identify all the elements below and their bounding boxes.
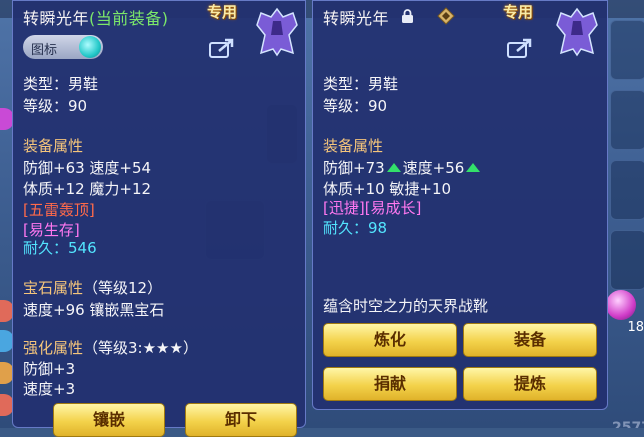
share-icon[interactable] [209,37,235,59]
item-type: 类型：男鞋 [23,75,99,93]
inventory-slot[interactable] [610,90,644,150]
gem-section: 宝石属性（等级12） [23,277,162,298]
inlay-button[interactable]: 镶嵌 [53,403,165,437]
enhance-level: （等级3:★★★） [83,339,198,357]
durability-label: 耐久： [323,219,369,237]
defense-stat: 防御+73 [323,159,385,177]
speed-stat: 速度+56 [402,159,465,177]
extract-button[interactable]: 提炼 [463,367,597,401]
arrow-up-icon [466,163,481,172]
boots-icon [556,7,598,57]
gem-line: 速度+96 镶嵌黑宝石 [23,301,165,319]
item-level: 等级：90 [23,97,88,115]
selected-item-panel: 转瞬光年 专用 类型：男鞋 等级：90 装备属性 防御+73 速度+56 体质+1… [312,0,608,410]
attr-header: 装备属性 [23,137,84,155]
boots-icon [256,7,298,57]
equipped-item-panel: 转瞬光年(当前装备) 专用 图标 类型：男鞋 等级：90 装备属性 防御+63 … [12,0,306,437]
ghost-text: 25773 [612,420,644,428]
unequip-button[interactable]: 卸下 [185,403,297,437]
lock-icon [402,9,413,23]
attr-line: 体质+12 魔力+12 [23,180,152,198]
durability-value: 98 [368,219,388,237]
attr-line: 防御+73 速度+56 [323,157,482,178]
item-level: 等级：90 [323,97,388,115]
bound-tag-icon [437,7,455,25]
magic-orb-icon[interactable] [606,290,636,320]
durability-label: 耐久： [23,239,69,257]
durability-value: 546 [68,239,97,257]
toggle-knob [79,36,101,58]
level-badge: 18 [627,320,644,335]
inventory-slot[interactable] [610,230,644,290]
refine-button[interactable]: 炼化 [323,323,457,357]
exclusive-badge: 专用 [207,3,238,21]
item-description: 蕴含时空之力的天界战靴 [323,297,489,315]
icon-toggle-label: 图标 [31,43,58,58]
item-name: 转瞬光年 [23,9,90,28]
enhance-section: 强化属性（等级3:★★★） [23,337,198,358]
exclusive-badge: 专用 [503,3,534,21]
donate-button[interactable]: 捐献 [323,367,457,401]
gem-level: （等级12） [83,279,163,297]
item-title: 转瞬光年(当前装备) [23,5,169,29]
enhance-header: 强化属性 [23,339,84,357]
item-name: 转瞬光年 [323,9,390,28]
equip-button[interactable]: 装备 [463,323,597,357]
enhance-line: 防御+3 [23,360,76,378]
equipped-tag: (当前装备) [89,9,169,28]
arrow-up-icon [386,163,401,172]
share-icon[interactable] [507,37,533,59]
special-effect: [迅捷][易成长] [323,199,422,217]
inventory-slot[interactable] [610,20,644,80]
attr-header: 装备属性 [323,137,384,155]
durability: 耐久：98 [323,217,387,238]
item-type: 类型：男鞋 [323,75,399,93]
attr-line: 防御+63 速度+54 [23,159,152,177]
icon-toggle[interactable]: 图标 [23,35,103,59]
gem-header: 宝石属性 [23,279,84,297]
special-skill: [五雷轰顶] [23,201,95,219]
enhance-line: 速度+3 [23,380,76,398]
attr-line: 体质+10 敏捷+10 [323,180,452,198]
inventory-slot[interactable] [610,160,644,220]
durability: 耐久：546 [23,237,97,258]
